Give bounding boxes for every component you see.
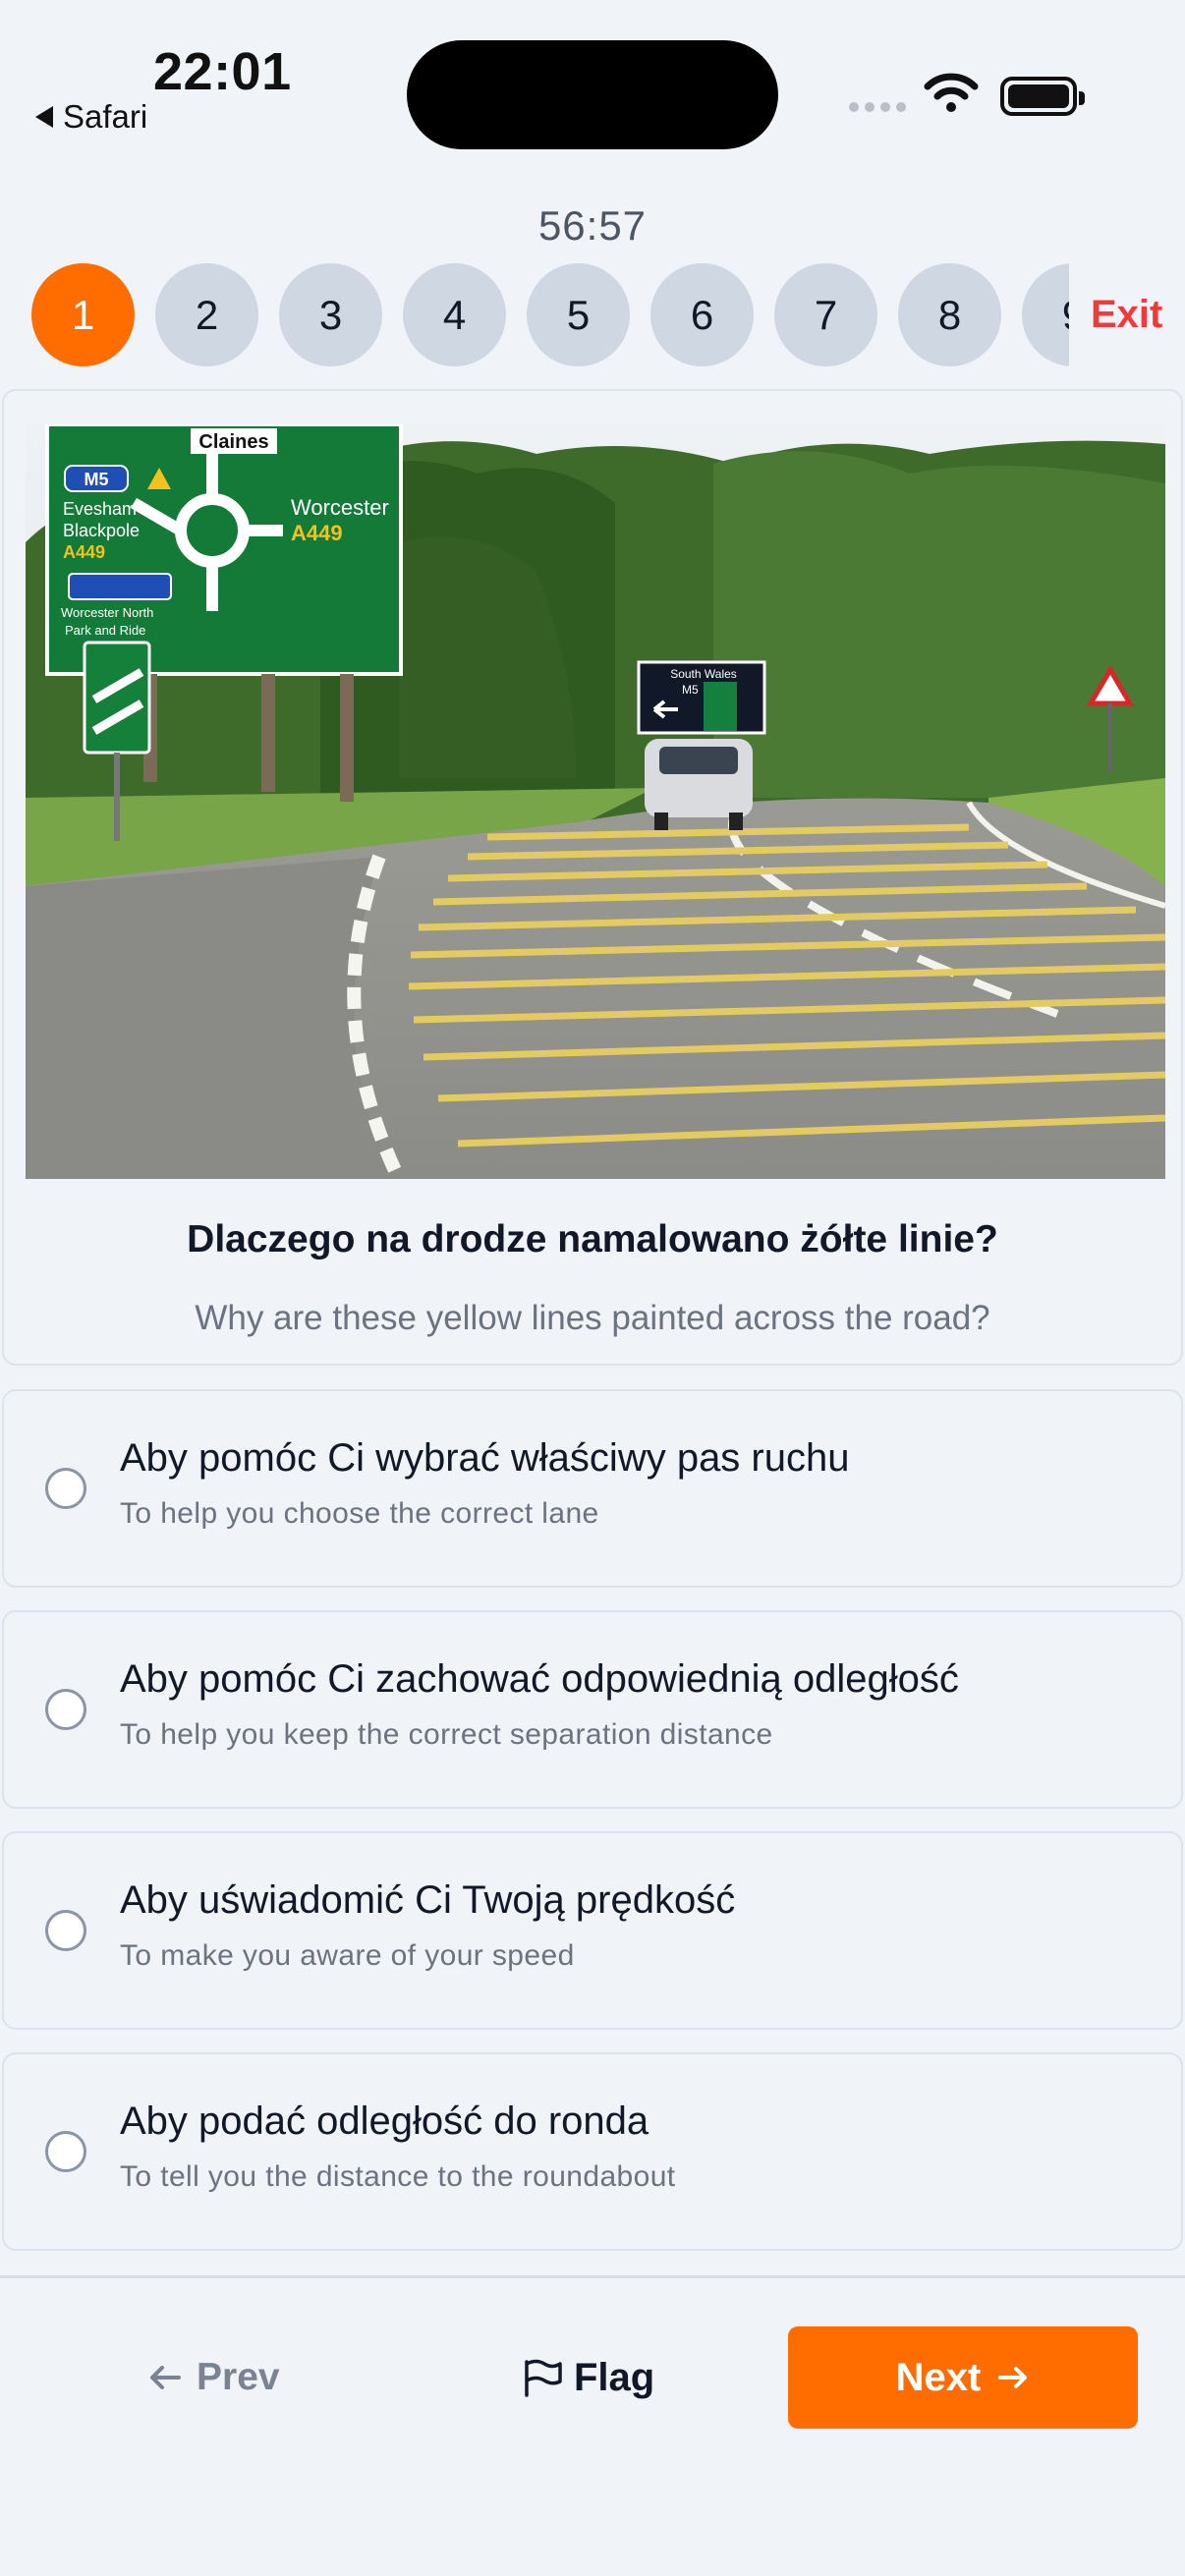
sign-text-worcester: Worcester: [291, 495, 389, 520]
sign-text-blackpole: Blackpole: [63, 521, 140, 540]
answer-option-3[interactable]: Aby uświadomić Ci Twoją prędkość To make…: [2, 1831, 1183, 2030]
sign-text-top: Claines: [198, 431, 268, 453]
footer-divider: [0, 2275, 1185, 2278]
wifi-icon: [924, 73, 979, 112]
arrow-left-icon: [150, 2366, 181, 2389]
cellular-signal-icon: [849, 102, 906, 112]
far-sign-text: South Wales: [670, 667, 737, 681]
dynamic-island: [407, 40, 778, 149]
sign-text-a449-left: A449: [63, 542, 105, 562]
prev-button[interactable]: Prev: [147, 2338, 280, 2417]
question-bubble-9[interactable]: 9: [1022, 263, 1069, 366]
question-image: Claines M5 Evesham Blackpole A449 Worces…: [26, 424, 1165, 1179]
answer-translation: To make you aware of your speed: [120, 1939, 575, 1972]
question-text: Dlaczego na drodze namalowano żółte lini…: [187, 1218, 998, 1260]
question-bubble-6[interactable]: 6: [650, 263, 754, 366]
sign-text-park-and-ride: Park and Ride: [65, 623, 145, 638]
back-label: Safari: [63, 98, 148, 135]
answer-option-4[interactable]: Aby podać odległość do ronda To tell you…: [2, 2052, 1183, 2251]
question-bubble-5[interactable]: 5: [527, 263, 630, 366]
question-bubble-7[interactable]: 7: [774, 263, 877, 366]
sign-text-evesham: Evesham: [63, 499, 137, 519]
flag-label: Flag: [574, 2355, 655, 2399]
answer-translation: To help you choose the correct lane: [120, 1497, 599, 1530]
flag-icon: [525, 2359, 562, 2397]
question-card: Claines M5 Evesham Blackpole A449 Worces…: [2, 389, 1183, 1366]
radio-icon[interactable]: [45, 1689, 86, 1730]
exam-timer: 56:57: [537, 202, 648, 249]
flag-button[interactable]: Flag: [521, 2338, 654, 2417]
question-bubble-8[interactable]: 8: [898, 263, 1001, 366]
answer-translation: To tell you the distance to the roundabo…: [120, 2160, 676, 2193]
question-bubble-4[interactable]: 4: [403, 263, 506, 366]
next-button[interactable]: Next: [788, 2326, 1138, 2429]
answer-text: Aby pomóc Ci zachować odpowiednią odległ…: [120, 1657, 959, 1701]
exit-button[interactable]: Exit: [1069, 263, 1185, 366]
answer-option-1[interactable]: Aby pomóc Ci wybrać właściwy pas ruchu T…: [2, 1389, 1183, 1588]
radio-icon[interactable]: [45, 2131, 86, 2172]
question-bubble-2[interactable]: 2: [155, 263, 258, 366]
sign-text-m5: M5: [84, 470, 108, 489]
answer-text: Aby podać odległość do ronda: [120, 2100, 649, 2143]
question-translation: Why are these yellow lines painted acros…: [195, 1299, 990, 1337]
sign-text-worcester-north: Worcester North: [61, 605, 153, 620]
question-bubble-3[interactable]: 3: [279, 263, 382, 366]
prev-label: Prev: [197, 2356, 280, 2398]
answer-translation: To help you keep the correct separation …: [120, 1718, 773, 1751]
far-sign-m5: M5: [682, 683, 699, 697]
question-navigator: 1 2 3 4 5 6 7 8 9: [0, 263, 1069, 371]
arrow-right-icon: [998, 2367, 1028, 2388]
back-to-safari[interactable]: Safari: [35, 98, 147, 136]
radio-icon[interactable]: [45, 1468, 86, 1509]
radio-icon[interactable]: [45, 1910, 86, 1951]
answer-text: Aby pomóc Ci wybrać właściwy pas ruchu: [120, 1436, 850, 1480]
answer-text: Aby uświadomić Ci Twoją prędkość: [120, 1878, 736, 1922]
next-label: Next: [895, 2355, 982, 2399]
question-bubble-1[interactable]: 1: [31, 263, 135, 366]
sign-text-a449-right: A449: [291, 521, 343, 545]
back-arrow-icon: [35, 106, 53, 128]
status-time: 22:01: [153, 42, 292, 101]
answer-option-2[interactable]: Aby pomóc Ci zachować odpowiednią odległ…: [2, 1610, 1183, 1809]
battery-icon: [1000, 77, 1085, 116]
